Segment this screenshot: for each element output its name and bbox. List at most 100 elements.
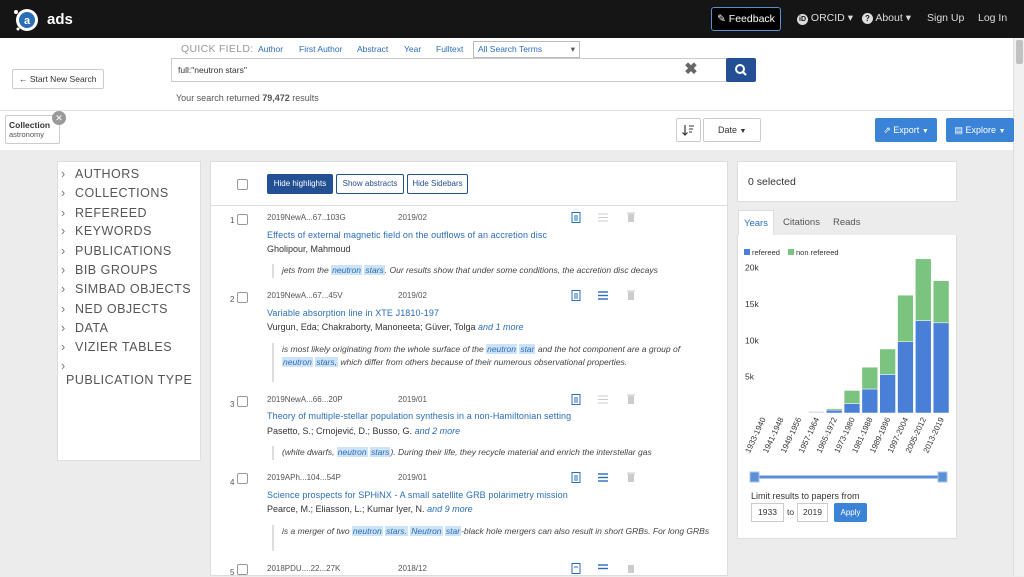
facet-collections[interactable]: ›COLLECTIONS bbox=[61, 186, 169, 200]
hide-sidebars-button[interactable]: Hide Sidebars bbox=[407, 174, 468, 194]
sort-field-select[interactable]: Date ▼ bbox=[703, 118, 761, 142]
facet-refereed[interactable]: ›REFEREED bbox=[61, 206, 147, 220]
tab-years[interactable]: Years bbox=[738, 210, 774, 235]
facet-publication-type[interactable]: ›PUBLICATION TYPE bbox=[61, 359, 192, 387]
result-authors: Gholipour, Mahmoud bbox=[267, 244, 351, 254]
scrollbar-thumb[interactable] bbox=[1016, 40, 1023, 64]
document-icon[interactable] bbox=[571, 290, 581, 301]
highlight: neutron bbox=[331, 265, 362, 275]
about-label: About bbox=[875, 12, 902, 24]
chart-bar[interactable] bbox=[933, 323, 949, 413]
snippet-text: -black hole mergers can also result in s… bbox=[461, 526, 709, 536]
chart-bar[interactable] bbox=[862, 389, 878, 413]
chart-bar[interactable] bbox=[915, 321, 931, 413]
result-bibcode: 2018PDU....22...27K bbox=[267, 564, 340, 573]
result-date: 2019/01 bbox=[398, 395, 427, 404]
show-abstracts-button[interactable]: Show abstracts bbox=[336, 174, 404, 194]
ads-logo-icon[interactable]: a bbox=[12, 6, 40, 34]
document-icon[interactable] bbox=[571, 563, 581, 574]
result-title-link[interactable]: Variable absorption line in XTE J1810-19… bbox=[267, 308, 439, 318]
document-icon[interactable] bbox=[571, 394, 581, 405]
chart-bar[interactable] bbox=[915, 259, 931, 321]
remove-filter-icon[interactable]: ✕ bbox=[52, 111, 66, 125]
more-authors-link[interactable]: and 1 more bbox=[478, 322, 524, 332]
feedback-button[interactable]: ✎ Feedback bbox=[711, 7, 781, 31]
trash-icon bbox=[626, 290, 636, 301]
explore-button[interactable]: ▤ Explore ▼ bbox=[946, 118, 1014, 142]
chart-bar[interactable] bbox=[808, 412, 824, 413]
quick-field-first-author[interactable]: First Author bbox=[299, 44, 342, 54]
chart-bar[interactable] bbox=[898, 342, 914, 413]
result-bibcode: 2019NewA...67..103G bbox=[267, 213, 346, 222]
caret-down-icon: ▾ bbox=[571, 42, 575, 57]
chart-bar[interactable] bbox=[862, 367, 878, 389]
quick-field-fulltext[interactable]: Fulltext bbox=[436, 44, 463, 54]
result-checkbox[interactable] bbox=[237, 292, 248, 303]
facet-keywords[interactable]: ›KEYWORDS bbox=[61, 224, 152, 238]
list-icon[interactable] bbox=[598, 563, 608, 574]
result-checkbox[interactable] bbox=[237, 473, 248, 484]
facet-data[interactable]: ›DATA bbox=[61, 321, 108, 335]
list-icon[interactable] bbox=[598, 290, 608, 301]
sort-direction-button[interactable] bbox=[676, 118, 701, 142]
legend-swatch bbox=[744, 249, 750, 255]
result-title-link[interactable]: Science prospects for SPHiNX - A small s… bbox=[267, 490, 568, 500]
facet-bib-groups[interactable]: ›BIB GROUPS bbox=[61, 263, 158, 277]
about-menu[interactable]: ? About ▾ bbox=[862, 12, 911, 24]
chart-bar[interactable] bbox=[880, 374, 896, 413]
chart-bar[interactable] bbox=[880, 349, 896, 374]
chart-bar[interactable] bbox=[844, 390, 860, 403]
facet-authors[interactable]: ›AUTHORS bbox=[61, 167, 140, 181]
select-all-checkbox[interactable] bbox=[237, 179, 248, 190]
chart-bar[interactable] bbox=[844, 404, 860, 413]
more-authors-link[interactable]: and 2 more bbox=[415, 426, 461, 436]
result-checkbox[interactable] bbox=[237, 396, 248, 407]
quick-field-year[interactable]: Year bbox=[404, 44, 421, 54]
selected-count: 0 selected bbox=[737, 161, 957, 202]
page-scrollbar[interactable] bbox=[1013, 38, 1024, 576]
chevron-right-icon: › bbox=[61, 321, 75, 335]
sign-up-link[interactable]: Sign Up bbox=[927, 12, 964, 24]
result-checkbox[interactable] bbox=[237, 214, 248, 225]
list-icon[interactable] bbox=[598, 472, 608, 483]
more-authors-link[interactable]: and 9 more bbox=[427, 504, 473, 514]
result-number: 2 bbox=[230, 295, 234, 304]
caret-down-icon: ▼ bbox=[740, 128, 747, 135]
orcid-menu[interactable]: iD ORCID ▾ bbox=[797, 12, 853, 25]
chart-bar[interactable] bbox=[933, 281, 949, 323]
year-to-input[interactable]: 2019 bbox=[797, 503, 828, 522]
tab-citations[interactable]: Citations bbox=[783, 210, 820, 235]
result-title-link[interactable]: Effects of external magnetic field on th… bbox=[267, 230, 547, 240]
apply-button[interactable]: Apply bbox=[834, 503, 867, 522]
facet-publications[interactable]: ›PUBLICATIONS bbox=[61, 244, 172, 258]
all-search-terms-select[interactable]: All Search Terms ▾ bbox=[473, 41, 580, 58]
search-button[interactable] bbox=[726, 58, 756, 82]
document-icon[interactable] bbox=[571, 212, 581, 223]
chart-bar[interactable] bbox=[826, 410, 842, 413]
chart-bar[interactable] bbox=[826, 409, 842, 410]
clear-search-icon[interactable]: ✖ bbox=[683, 60, 699, 80]
result-bibcode: 2019NewA...67...45V bbox=[267, 291, 343, 300]
document-icon[interactable] bbox=[571, 472, 581, 483]
year-slider-handle-start[interactable] bbox=[750, 472, 759, 482]
hide-highlights-button[interactable]: Hide highlights bbox=[267, 174, 333, 194]
logo-text[interactable]: ads bbox=[47, 11, 73, 28]
start-new-search-label: Start New Search bbox=[30, 74, 97, 84]
facet-label: PUBLICATIONS bbox=[75, 244, 172, 258]
result-checkbox[interactable] bbox=[237, 564, 248, 575]
facet-ned-objects[interactable]: ›NED OBJECTS bbox=[61, 302, 168, 316]
facet-vizier-tables[interactable]: ›VIZIER TABLES bbox=[61, 340, 172, 354]
year-slider-handle-end[interactable] bbox=[938, 472, 947, 482]
tab-reads[interactable]: Reads bbox=[833, 210, 860, 235]
result-title-link[interactable]: Theory of multiple-stellar population sy… bbox=[267, 411, 571, 421]
year-from-input[interactable]: 1933 bbox=[751, 503, 784, 522]
quick-field-abstract[interactable]: Abstract bbox=[357, 44, 388, 54]
facet-simbad-objects[interactable]: ›SIMBAD OBJECTS bbox=[61, 282, 191, 296]
start-new-search-button[interactable]: ← Start New Search bbox=[12, 69, 104, 89]
quick-field-author[interactable]: Author bbox=[258, 44, 283, 54]
search-input[interactable]: full:"neutron stars" bbox=[171, 58, 727, 82]
export-button[interactable]: ⇗ Export ▼ bbox=[875, 118, 937, 142]
chart-bar[interactable] bbox=[898, 295, 914, 342]
log-in-link[interactable]: Log In bbox=[978, 12, 1007, 24]
trash-icon bbox=[626, 472, 636, 483]
